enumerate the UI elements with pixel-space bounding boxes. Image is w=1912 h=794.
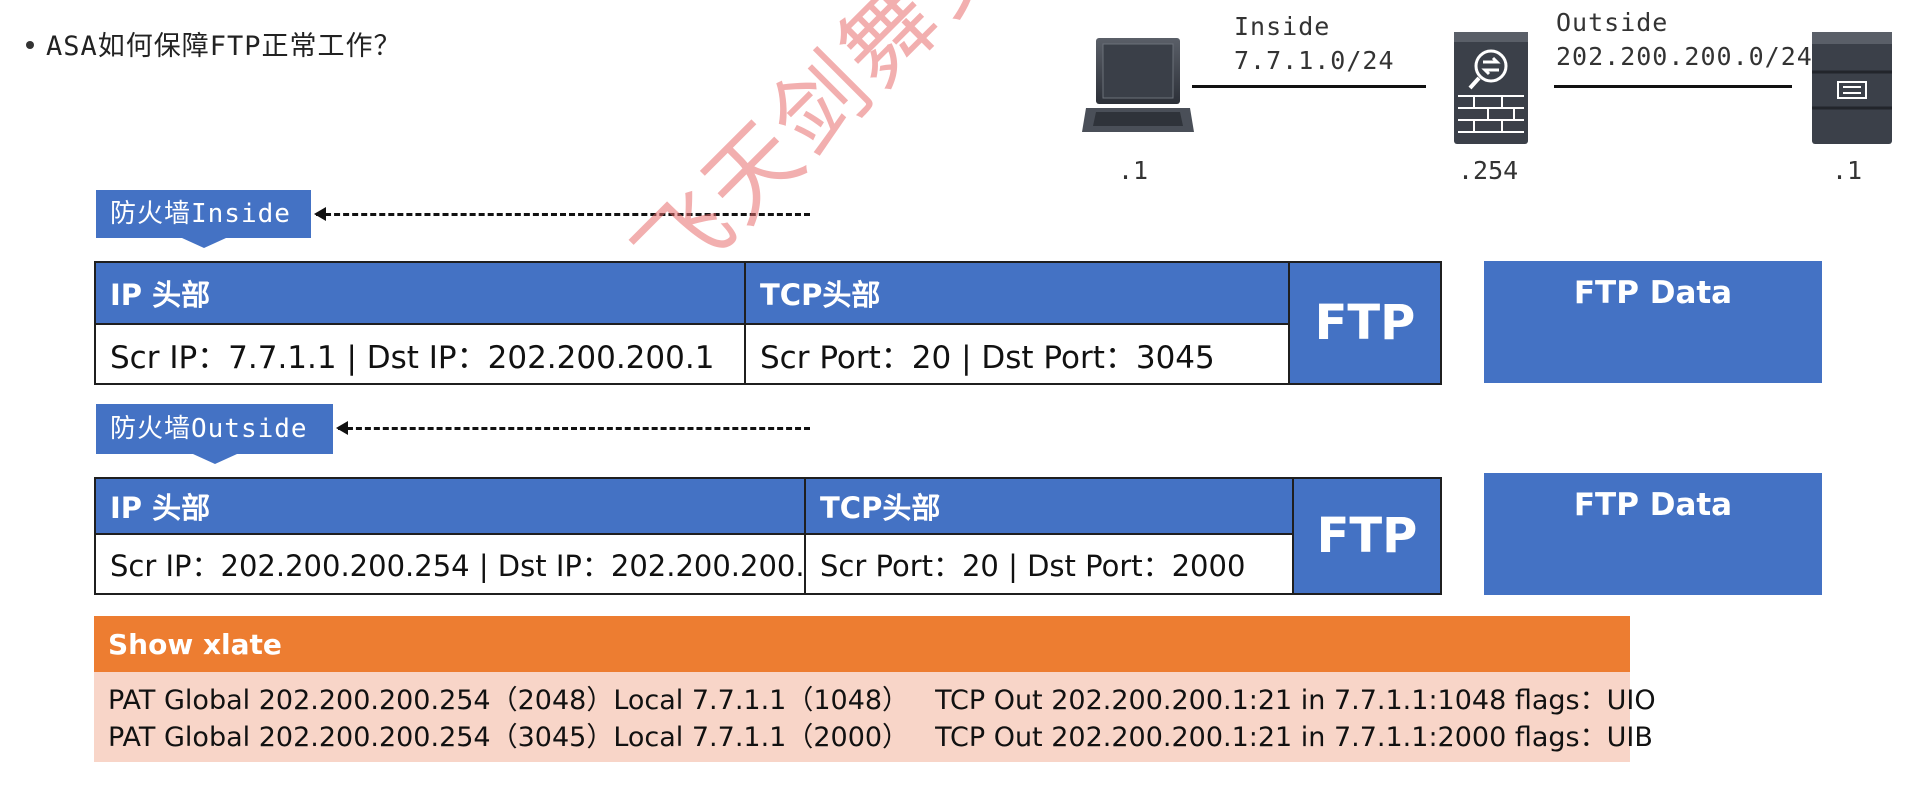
client-address: .1	[1118, 156, 1149, 185]
outside-link	[1554, 85, 1792, 88]
outside-ip-header: IP 头部	[94, 477, 806, 535]
inside-ip-value-text: Scr IP：7.7.1.1 | Dst IP：202.200.200.1	[110, 339, 715, 376]
outside-tcp-header-text: TCP头部	[820, 491, 941, 525]
outside-dashed-arrow	[336, 421, 810, 435]
inside-tcp-value-text: Scr Port：20 | Dst Port：3045	[760, 339, 1215, 376]
inside-ftp-data-box: FTP Data	[1484, 261, 1822, 383]
inside-ip-value: Scr IP：7.7.1.1 | Dst IP：202.200.200.1	[94, 323, 746, 385]
inside-ip-header: IP 头部	[94, 261, 746, 325]
outside-ftp-text: FTP	[1316, 508, 1418, 564]
inside-ip-header-text: IP 头部	[110, 278, 211, 312]
inside-ftp-box: FTP	[1288, 261, 1442, 385]
outside-tcp-value-text: Scr Port：20 | Dst Port：2000	[820, 549, 1246, 583]
inside-tcp-header-text: TCP头部	[760, 278, 881, 312]
inside-network-label: Inside 7.7.1.0/24	[1234, 10, 1395, 78]
xlate-row: PAT Global 202.200.200.254（3045）Local 7.…	[108, 719, 1653, 756]
outside-callout-text: 防火墙Outside	[110, 414, 308, 444]
xlate-table: PAT Global 202.200.200.254（2048）Local 7.…	[94, 672, 1656, 762]
xlate-row-tcp: TCP Out 202.200.200.1:21 in 7.7.1.1:1048…	[935, 685, 1656, 716]
outside-callout: 防火墙Outside	[96, 404, 333, 464]
topology: Inside 7.7.1.0/24 Outside 202.200.200.0/…	[0, 0, 1912, 190]
outside-tcp-header: TCP头部	[804, 477, 1294, 535]
firewall-address: .254	[1458, 156, 1519, 185]
outside-ip-value-text: Scr IP：202.200.200.254 | Dst IP：202.200.…	[110, 549, 824, 583]
inside-subnet: 7.7.1.0/24	[1234, 46, 1395, 75]
inside-link	[1192, 85, 1426, 88]
xlate-row: PAT Global 202.200.200.254（2048）Local 7.…	[108, 682, 1656, 719]
inside-dashed-arrow	[314, 207, 810, 221]
firewall-icon	[1454, 32, 1528, 144]
inside-tcp-value: Scr Port：20 | Dst Port：3045	[744, 323, 1290, 385]
outside-tcp-value: Scr Port：20 | Dst Port：2000	[804, 533, 1294, 595]
server-address: .1	[1832, 156, 1863, 185]
outside-network-label: Outside 202.200.200.0/24	[1556, 6, 1813, 74]
xlate-row-pat: PAT Global 202.200.200.254（2048）Local 7.…	[108, 685, 910, 716]
xlate-title: Show xlate	[108, 627, 282, 661]
inside-ftp-text: FTP	[1314, 295, 1416, 351]
outside-ftp-data-box: FTP Data	[1484, 473, 1822, 595]
outside-ftp-box: FTP	[1292, 477, 1442, 595]
server-icon	[1812, 32, 1892, 144]
inside-tcp-header: TCP头部	[744, 261, 1290, 325]
inside-ftp-data-text: FTP Data	[1573, 275, 1733, 311]
outside-label: Outside	[1556, 8, 1669, 37]
inside-label: Inside	[1234, 12, 1331, 41]
laptop-icon	[1082, 38, 1194, 132]
xlate-header: Show xlate	[94, 616, 1630, 672]
outside-ftp-data-text: FTP Data	[1573, 487, 1733, 523]
outside-ip-header-text: IP 头部	[110, 491, 211, 525]
xlate-row-pat: PAT Global 202.200.200.254（3045）Local 7.…	[108, 722, 910, 753]
inside-callout: 防火墙Inside	[96, 190, 311, 248]
outside-ip-value: Scr IP：202.200.200.254 | Dst IP：202.200.…	[94, 533, 823, 595]
inside-callout-text: 防火墙Inside	[110, 199, 291, 229]
xlate-row-tcp: TCP Out 202.200.200.1:21 in 7.7.1.1:2000…	[935, 722, 1653, 753]
outside-subnet: 202.200.200.0/24	[1556, 42, 1813, 71]
